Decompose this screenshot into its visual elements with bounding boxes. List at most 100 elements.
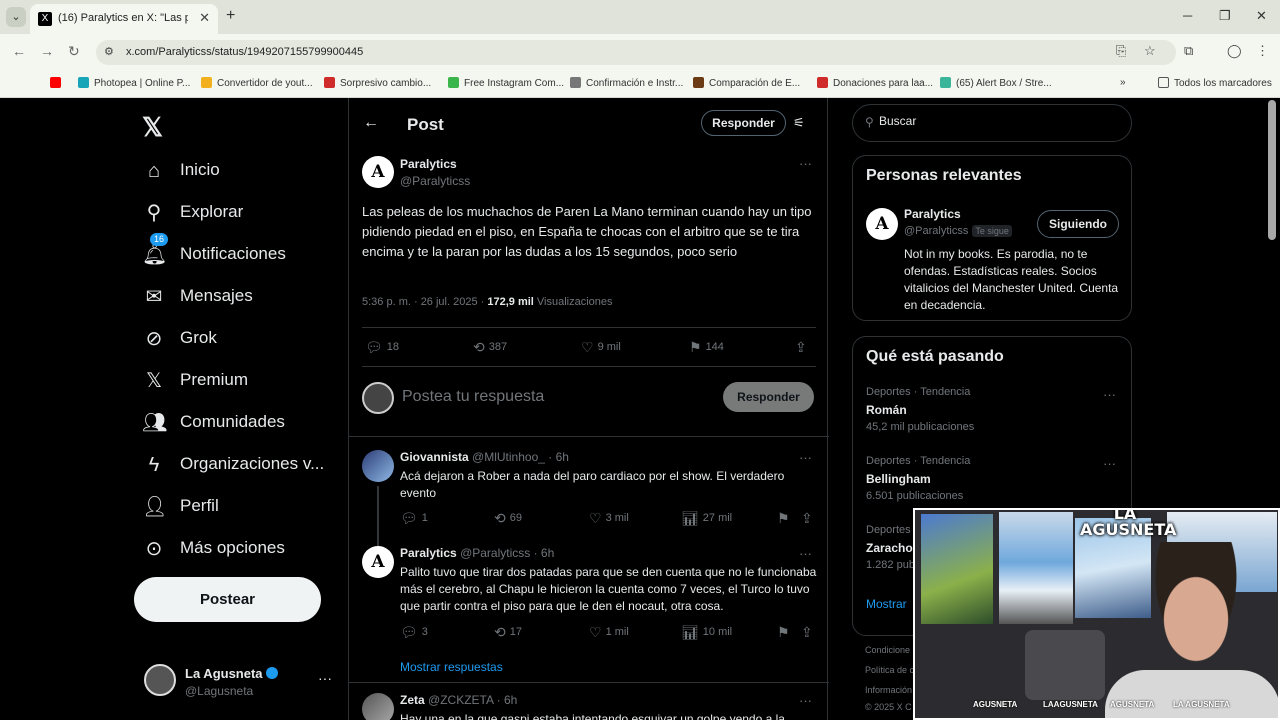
search-input[interactable] [879,114,1119,128]
site-info-icon[interactable]: ⚙ [104,45,114,58]
relevant-people-title: Personas relevantes [866,167,1022,184]
like-action[interactable]: ♡ 1 mil [589,624,629,641]
more-icon[interactable]: ··· [1103,456,1116,471]
verified-badge-icon [265,667,278,679]
repost-action[interactable]: ⟲ 17 [494,624,522,641]
bookmark-comparacion[interactable]: Comparación de E... [693,77,800,89]
share-icon[interactable]: ⇪ [801,624,817,641]
menu-icon[interactable]: ⋮ [1256,43,1269,59]
bookmark-donaciones[interactable]: Donaciones para laa... [817,77,933,89]
bookmark-youtube[interactable] [50,77,66,89]
reply-submit-button[interactable]: Responder [723,382,814,412]
nav-label: Comunidades [180,412,285,431]
x-favicon-icon: X [38,12,52,26]
forward-icon[interactable]: → [40,43,54,59]
bookmark-confirmacion[interactable]: Confirmación e Instr... [570,77,683,89]
reply-header: Zeta @ZCKZETA · 6h [400,693,518,707]
trend-category: Deportes · Tendencia [866,386,971,398]
reply-action[interactable]: 💬︎ 18 [365,339,399,356]
extensions-icon[interactable]: ⧉ [1184,43,1193,59]
reply-action[interactable]: 💬︎ 1 [400,510,428,527]
more-icon[interactable]: ··· [1103,387,1116,402]
profile-icon[interactable]: ◯ [1227,43,1242,59]
chair [1025,630,1105,700]
search-box[interactable]: ⚲ [852,104,1132,142]
repost-action[interactable]: ⟲ 69 [494,510,522,527]
heart-icon: ♡ [589,510,602,526]
more-icon[interactable]: ··· [799,693,812,708]
nav-label: Explorar [180,202,244,221]
all-bookmarks[interactable]: Todos los marcadores [1158,77,1272,89]
back-icon[interactable]: ← [12,43,26,59]
following-button[interactable]: Siguiendo [1037,210,1119,238]
bookmark-sorpresivo[interactable]: Sorpresivo cambio... [324,77,431,89]
account-switcher[interactable]: La Agusneta @Lagusneta ··· [144,664,344,704]
window-close-icon[interactable]: ✕ [1256,8,1267,24]
footer-link[interactable]: Política de c [865,665,914,675]
minimize-icon[interactable]: ─ [1183,8,1192,23]
bookmarks-overflow-icon[interactable]: » [1120,77,1126,88]
bookmark-photopea[interactable]: Photopea | Online P... [78,77,190,89]
reply-action[interactable]: 💬︎ 3 [400,624,428,641]
streamer-head [1137,542,1255,682]
like-action[interactable]: ♡ 3 mil [589,510,629,527]
avatar [362,382,394,414]
more-icon[interactable]: ··· [799,546,812,561]
chart-icon: 📊︎ [681,510,699,526]
post-column: ← Post Responder ⚟ A Paralytics @Paralyt… [348,98,829,720]
follows-you-badge: Te sigue [972,225,1012,237]
author-handle[interactable]: @Paralyticss [400,174,470,188]
trend-name[interactable]: Bellingham [866,472,931,486]
install-icon[interactable]: ⎘ [1116,43,1126,59]
youtube-icon [50,77,61,88]
more-icon[interactable]: ··· [799,450,812,465]
x-icon: 𝕏 [145,370,163,392]
footer-link[interactable]: Condicione [865,645,910,655]
bookmark-icon[interactable]: ⚑ [777,624,794,641]
avatar[interactable]: A [866,208,898,240]
nav-label: Inicio [180,160,220,179]
scrollbar[interactable] [1268,100,1276,240]
like-action[interactable]: ♡ 9 mil [581,339,621,356]
more-icon[interactable]: ··· [318,670,332,686]
tab-close-icon[interactable]: ✕ [199,10,210,26]
star-icon[interactable]: ☆ [1144,43,1156,59]
search-icon: ⚲ [865,115,874,129]
kick-handle: AGUSNETA [1110,700,1155,709]
site-icon [448,77,459,88]
trend-name[interactable]: Zaracho [866,541,913,555]
browser-tab[interactable]: X (16) Paralytics en X: "Las peleas ✕ [30,4,218,34]
tab-search-button[interactable]: ⌄ [6,7,26,27]
settings-icon[interactable]: ⚟ [793,115,805,131]
reload-icon[interactable]: ↻ [68,43,80,60]
share-action[interactable]: ⇪ [795,339,811,356]
url-bar[interactable]: ⚙ x.com/Paralyticss/status/1949207155799… [96,40,1176,65]
bookmark-alertbox[interactable]: (65) Alert Box / Stre... [940,77,1052,89]
bookmark-convertidor[interactable]: Convertidor de yout... [201,77,313,89]
bookmark-icon[interactable]: ⚑ [777,510,794,527]
back-arrow-icon[interactable]: ← [363,114,379,132]
post-button[interactable]: Postear [134,577,321,622]
bookmark-action[interactable]: ⚑ 144 [689,339,724,356]
views-action[interactable]: 📊︎ 10 mil [681,624,732,641]
more-icon[interactable]: ··· [799,156,812,171]
heart-icon: ♡ [589,624,602,640]
show-replies-link[interactable]: Mostrar respuestas [400,660,503,674]
views-action[interactable]: 📊︎ 27 mil [681,510,732,527]
x-logo-icon[interactable]: 𝕏 [142,112,163,143]
reply-input[interactable]: Postea tu respuesta [402,388,544,406]
trend-name[interactable]: Román [866,403,907,417]
author-name[interactable]: Paralytics [400,157,457,171]
header-reply-button[interactable]: Responder [701,110,786,136]
footer-link[interactable]: Información [865,685,912,695]
new-tab-icon[interactable]: + [226,7,235,25]
author-avatar[interactable]: A [362,156,394,188]
share-icon[interactable]: ⇪ [801,510,817,527]
relevant-name[interactable]: Paralytics [904,207,961,221]
nav-label: Organizaciones v... [180,454,325,473]
show-more-link[interactable]: Mostrar [866,597,907,611]
bookmarks-bar: Photopea | Online P... Convertidor de yo… [0,70,1280,98]
restore-icon[interactable]: ❐ [1219,8,1231,24]
repost-action[interactable]: ⟲ 387 [473,339,507,356]
bookmark-instagram[interactable]: Free Instagram Com... [448,77,564,89]
